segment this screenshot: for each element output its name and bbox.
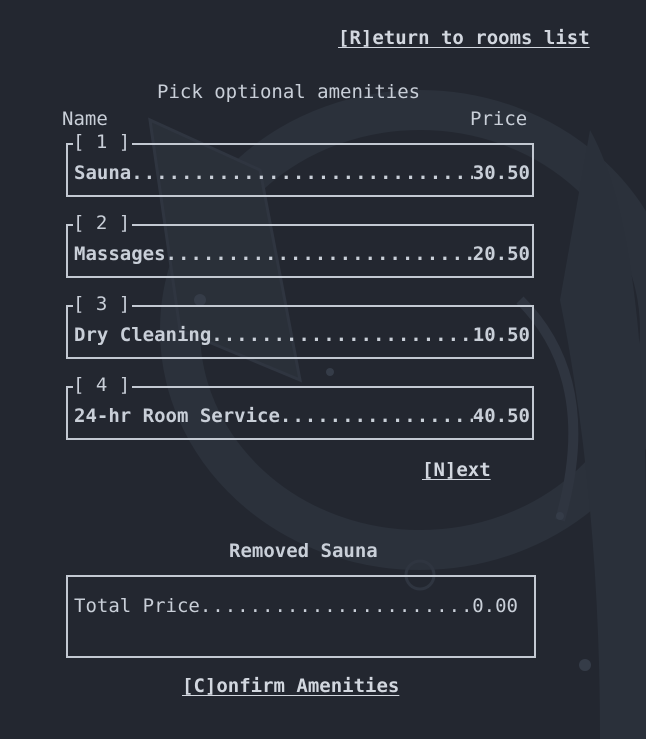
amenity-price: 30.50 (472, 162, 530, 184)
leader-dots: ........................................… (199, 595, 473, 617)
amenity-item-3[interactable]: [ 3 ] Dry Cleaning .....................… (66, 292, 534, 359)
amenity-index-label: [ 3 ] (73, 292, 133, 316)
amenity-price: 10.50 (472, 324, 530, 346)
amenity-price: 40.50 (472, 405, 530, 427)
total-price-label: Total Price (74, 595, 200, 617)
amenity-item-2[interactable]: [ 2 ] Massages .........................… (66, 211, 534, 278)
status-message: Removed Sauna (229, 540, 378, 562)
leader-dots: ........................................… (211, 324, 473, 346)
leader-dots: ........................................… (279, 405, 473, 427)
next-page-link[interactable]: [N]ext (422, 458, 491, 482)
amenity-name: Massages (74, 243, 166, 265)
amenity-price: 20.50 (472, 243, 530, 265)
amenity-index-label: [ 1 ] (73, 130, 133, 154)
amenity-name: Sauna (74, 162, 132, 184)
amenity-index-label: [ 4 ] (73, 373, 133, 397)
column-header-name: Name (62, 108, 108, 130)
page-heading: Pick optional amenities (157, 81, 421, 103)
amenity-item-4[interactable]: [ 4 ] 24-hr Room Service ...............… (66, 373, 534, 440)
amenity-name: 24-hr Room Service (74, 405, 280, 427)
amenity-index-label: [ 2 ] (73, 211, 133, 235)
leader-dots: ........................................… (165, 243, 473, 265)
return-to-rooms-link[interactable]: [R]eturn to rooms list (338, 26, 590, 50)
confirm-amenities-button[interactable]: [C]onfirm Amenities (182, 674, 399, 698)
column-header-price: Price (470, 108, 528, 130)
leader-dots: ........................................… (131, 162, 473, 184)
total-price-box: Total Price ............................… (66, 575, 536, 658)
amenity-item-1[interactable]: [ 1 ] Sauna ............................… (66, 130, 534, 197)
total-price-value: 0.00 (472, 595, 518, 617)
amenity-name: Dry Cleaning (74, 324, 212, 346)
